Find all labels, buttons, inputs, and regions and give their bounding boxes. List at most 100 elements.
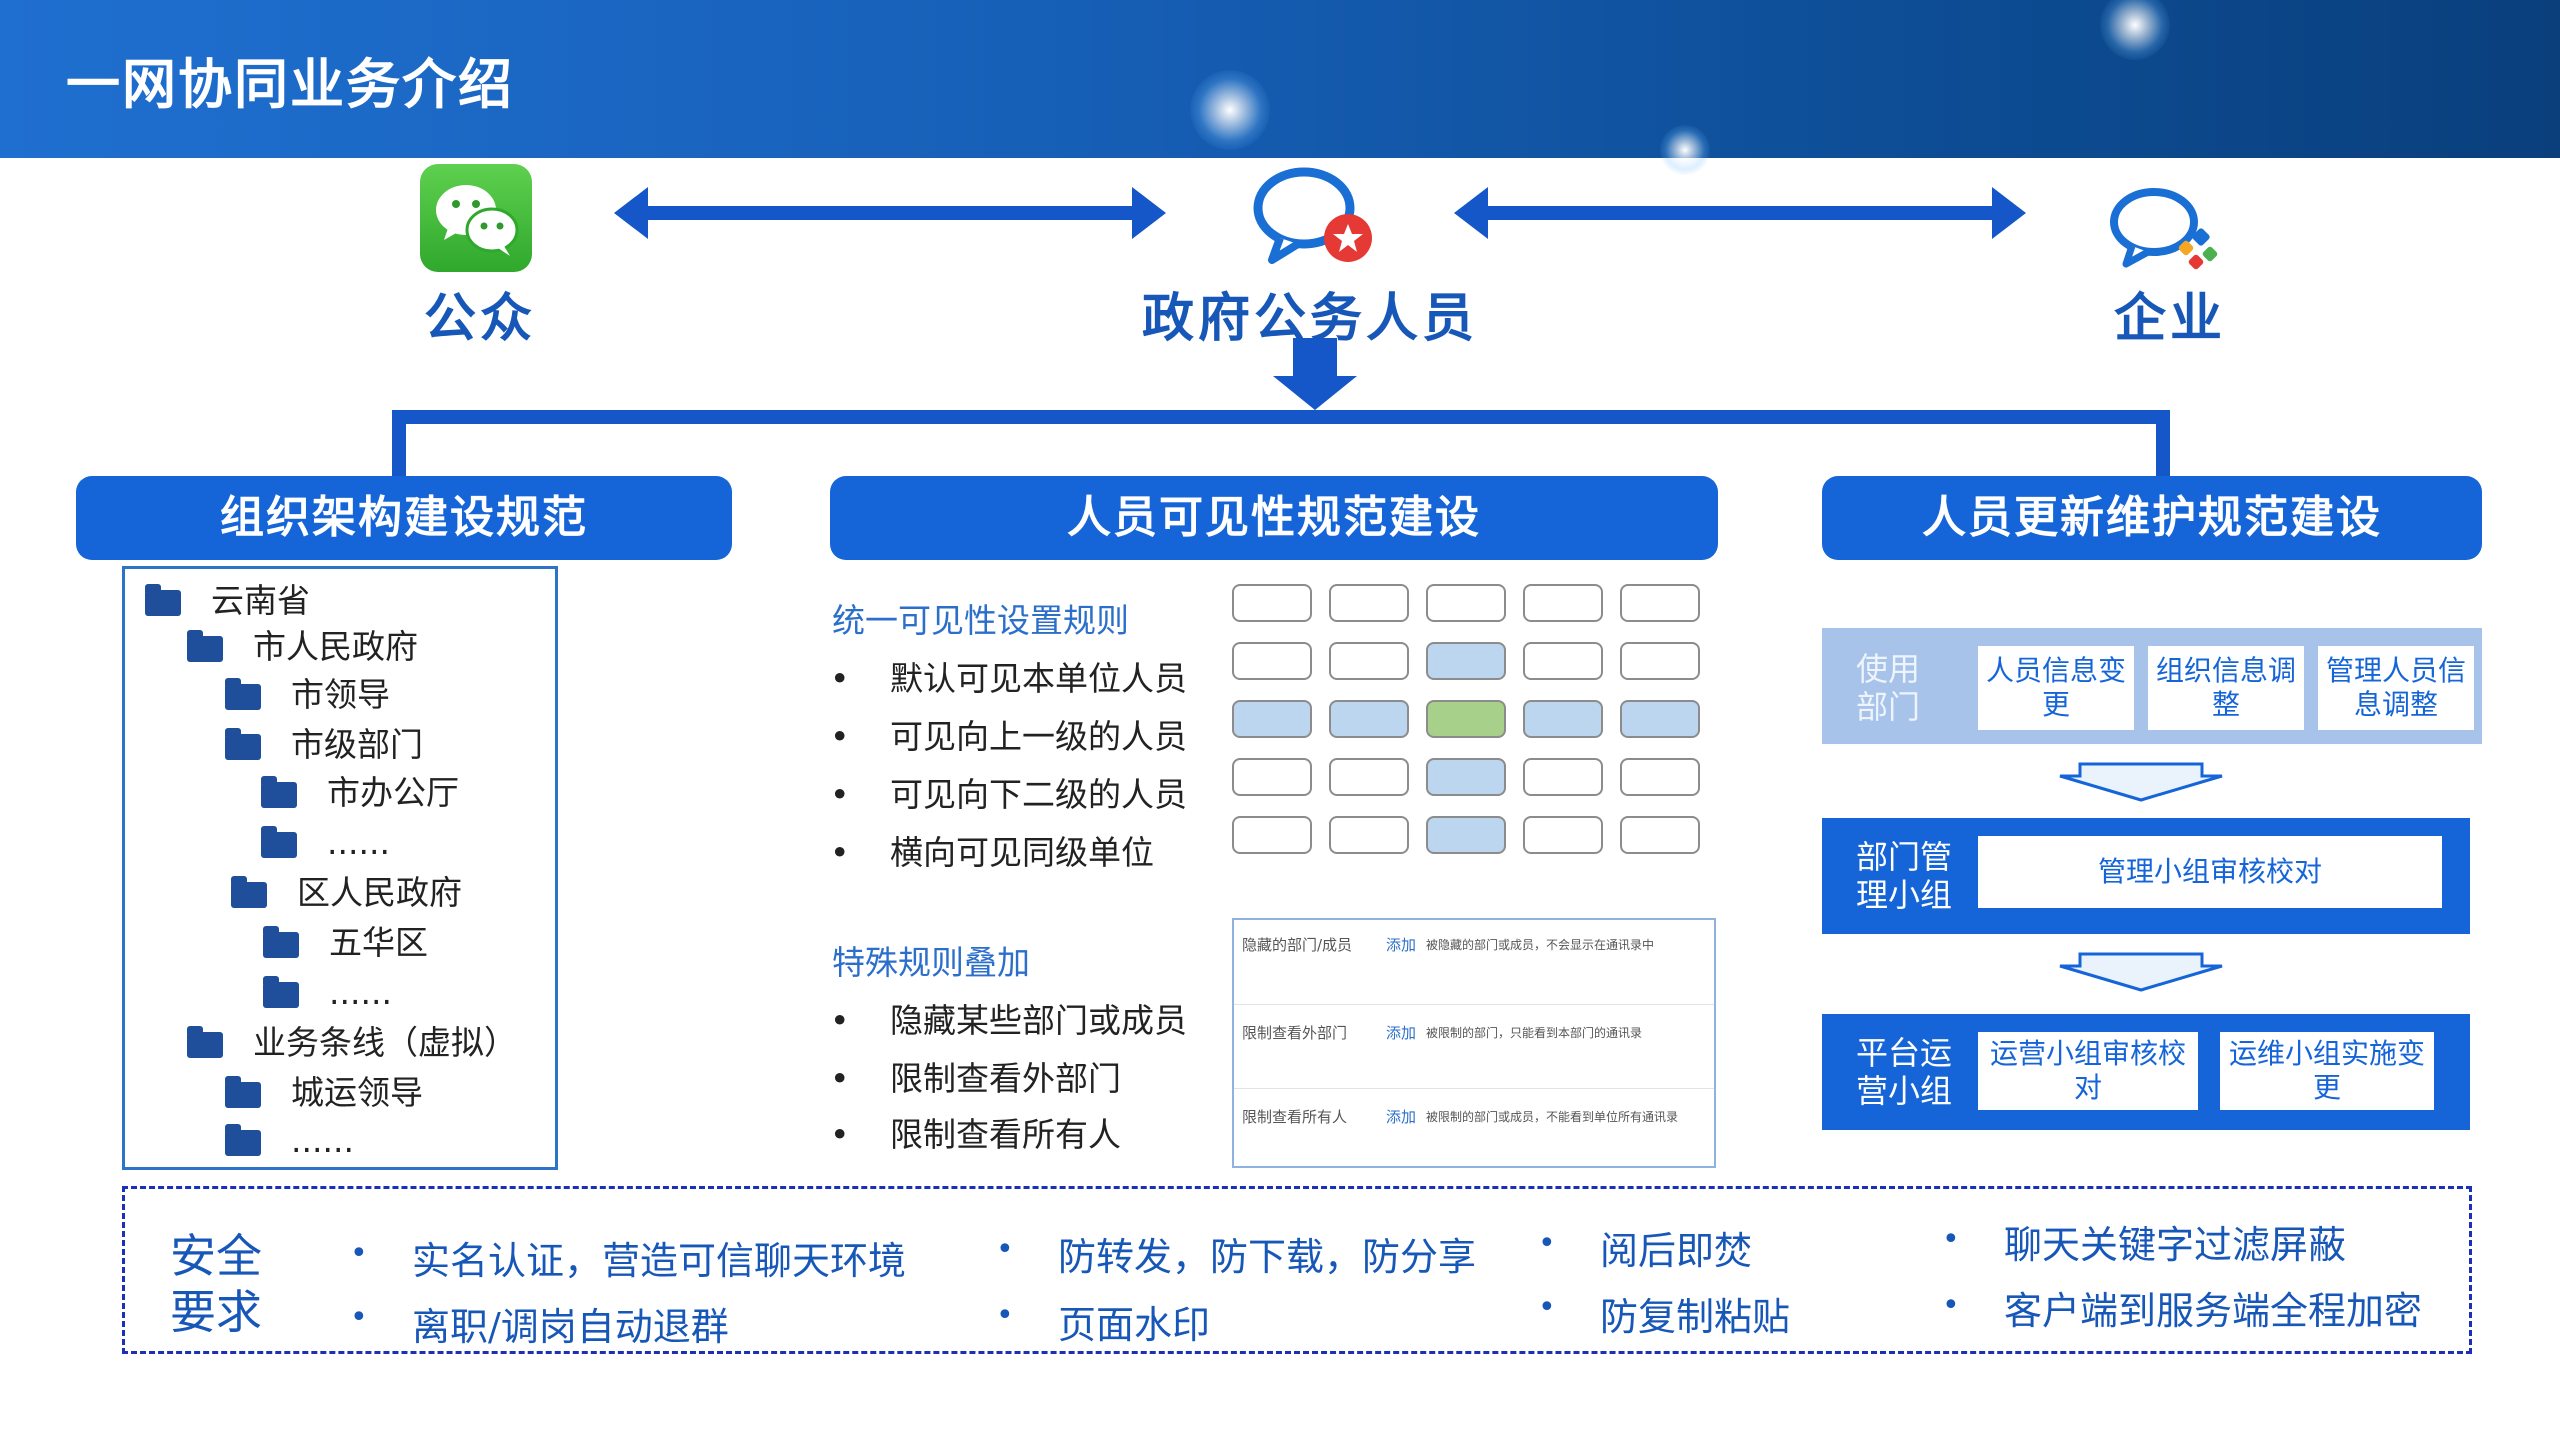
unified-rule-item: • 横向可见同级单位 bbox=[830, 833, 1154, 872]
down-arrow-head-icon bbox=[1273, 376, 1357, 410]
use-dept-label: 使用部门 bbox=[1856, 650, 1921, 726]
special-rule-item: • 限制查看所有人 bbox=[830, 1115, 1121, 1154]
add-link[interactable]: 添加 bbox=[1386, 1022, 1416, 1043]
folder-icon bbox=[261, 825, 297, 858]
setting-name: 限制查看外部门 bbox=[1242, 1024, 1348, 1042]
use-dept-box: 组织信息调整 bbox=[2148, 646, 2304, 730]
tree-node-label: ...... bbox=[329, 973, 392, 1012]
setting-description: 被限制的部门，只能看到本部门的通讯录 bbox=[1426, 1026, 1643, 1040]
visibility-grid-cell bbox=[1329, 642, 1409, 680]
glow-decoration bbox=[2100, 0, 2170, 60]
tree-node[interactable]: 市领导 bbox=[225, 675, 390, 715]
folder-icon bbox=[225, 727, 261, 760]
bullet-dot: • bbox=[350, 1236, 368, 1271]
special-rules-settings-panel: 隐藏的部门/成员 添加 被隐藏的部门或成员，不会显示在通讯录中 限制查看外部门 … bbox=[1232, 918, 1716, 1168]
tree-node[interactable]: ...... bbox=[225, 1121, 354, 1161]
special-rule-item: • 限制查看外部门 bbox=[830, 1059, 1121, 1098]
visibility-grid-cell bbox=[1426, 700, 1506, 738]
mgmt-review-box: 管理小组审核校对 bbox=[1978, 836, 2442, 908]
ops-group-label: 平台运营小组 bbox=[1856, 1034, 1953, 1110]
tree-node[interactable]: ...... bbox=[263, 973, 392, 1013]
tree-node[interactable]: 五华区 bbox=[263, 923, 428, 963]
ops-box: 运营小组审核校对 bbox=[1978, 1032, 2198, 1110]
tree-node-label: 市领导 bbox=[291, 675, 390, 714]
connector-line bbox=[392, 410, 2170, 424]
visibility-grid-cell bbox=[1523, 700, 1603, 738]
folder-icon bbox=[225, 1123, 261, 1156]
setting-name: 限制查看所有人 bbox=[1242, 1108, 1348, 1126]
visibility-grid-cell bbox=[1426, 642, 1506, 680]
visibility-grid-cell bbox=[1329, 758, 1409, 796]
section-header-visibility: 人员可见性规范建设 bbox=[830, 476, 1718, 560]
special-setting-row: 限制查看外部门 添加 被限制的部门，只能看到本部门的通讯录 bbox=[1234, 1004, 1714, 1089]
visibility-grid-cell bbox=[1426, 584, 1506, 622]
tree-node[interactable]: 市办公厅 bbox=[261, 773, 459, 813]
unified-rule-text: 横向可见同级单位 bbox=[890, 833, 1154, 872]
org-tree: 云南省 市人民政府 市领导 市级部门 市办公厅 ...... 区人民政府 五华区… bbox=[122, 566, 558, 1170]
special-rule-item: • 隐藏某些部门或成员 bbox=[830, 1001, 1187, 1040]
unified-rule-item: • 可见向上一级的人员 bbox=[830, 717, 1187, 756]
double-arrow-icon bbox=[614, 187, 1166, 239]
tree-node[interactable]: ...... bbox=[261, 823, 390, 863]
visibility-grid-cell bbox=[1232, 642, 1312, 680]
security-item: 聊天关键字过滤屏蔽 bbox=[2004, 1223, 2347, 1267]
tree-node-label: ...... bbox=[327, 823, 390, 862]
unified-rule-text: 可见向下二级的人员 bbox=[890, 775, 1187, 814]
security-label: 安全要求 bbox=[170, 1229, 262, 1339]
setting-description: 被隐藏的部门或成员，不会显示在通讯录中 bbox=[1426, 938, 1655, 952]
wechat-icon bbox=[420, 164, 532, 272]
security-item: 页面水印 bbox=[1058, 1303, 1211, 1347]
special-rule-text: 限制查看外部门 bbox=[890, 1059, 1121, 1098]
folder-icon bbox=[225, 677, 261, 710]
tree-node-label: ...... bbox=[291, 1121, 354, 1160]
unified-rules-title: 统一可见性设置规则 bbox=[832, 601, 1129, 640]
tree-node[interactable]: 市人民政府 bbox=[187, 627, 418, 667]
mgmt-group-label: 部门管理小组 bbox=[1856, 838, 1953, 914]
down-arrow-icon bbox=[1293, 338, 1337, 378]
enterprise-chat-icon bbox=[2108, 184, 2228, 274]
visibility-grid-cell bbox=[1620, 584, 1700, 622]
bullet-dot: • bbox=[996, 1298, 1014, 1333]
unified-rule-text: 默认可见本单位人员 bbox=[890, 659, 1187, 698]
tree-node-label: 城运领导 bbox=[291, 1073, 423, 1112]
folder-icon bbox=[263, 975, 299, 1008]
tree-node[interactable]: 业务条线（虚拟） bbox=[187, 1023, 517, 1063]
add-link[interactable]: 添加 bbox=[1386, 934, 1416, 955]
tree-node-label: 市办公厅 bbox=[327, 773, 459, 812]
visibility-grid bbox=[1232, 584, 1702, 864]
security-item: 阅后即焚 bbox=[1600, 1229, 1753, 1273]
security-item: 客户端到服务端全程加密 bbox=[2004, 1289, 2423, 1333]
tree-node[interactable]: 城运领导 bbox=[225, 1073, 423, 1113]
connector-line bbox=[2156, 410, 2170, 480]
tree-node[interactable]: 云南省 bbox=[145, 581, 310, 621]
visibility-grid-cell bbox=[1232, 700, 1312, 738]
visibility-grid-cell bbox=[1329, 700, 1409, 738]
bullet-dot: • bbox=[996, 1232, 1014, 1267]
section-header-maintain: 人员更新维护规范建设 bbox=[1822, 476, 2482, 560]
folder-icon bbox=[187, 1025, 223, 1058]
flow-down-arrow-icon bbox=[2059, 762, 2223, 802]
actor-enterprise-label: 企业 bbox=[2113, 289, 2226, 349]
gov-chat-icon bbox=[1250, 164, 1380, 268]
security-item: 防复制粘贴 bbox=[1600, 1295, 1791, 1339]
visibility-grid-cell bbox=[1426, 758, 1506, 796]
setting-description: 被限制的部门或成员，不能看到单位所有通讯录 bbox=[1426, 1110, 1679, 1124]
special-rule-text: 隐藏某些部门或成员 bbox=[890, 1001, 1187, 1040]
setting-name: 隐藏的部门/成员 bbox=[1242, 936, 1353, 954]
actor-public-label: 公众 bbox=[423, 289, 536, 349]
bullet-dot: • bbox=[350, 1300, 368, 1335]
add-link[interactable]: 添加 bbox=[1386, 1106, 1416, 1127]
tree-node[interactable]: 区人民政府 bbox=[231, 873, 462, 913]
security-item: 离职/调岗自动退群 bbox=[412, 1305, 729, 1349]
use-dept-box: 人员信息变更 bbox=[1978, 646, 2134, 730]
unified-rule-text: 可见向上一级的人员 bbox=[890, 717, 1187, 756]
security-item: 实名认证，营造可信聊天环境 bbox=[412, 1239, 907, 1283]
connector-line bbox=[392, 410, 406, 480]
special-setting-row: 限制查看所有人 添加 被限制的部门或成员，不能看到单位所有通讯录 bbox=[1234, 1088, 1714, 1172]
use-dept-box: 管理人员信息调整 bbox=[2318, 646, 2474, 730]
glow-decoration bbox=[1190, 70, 1270, 150]
tree-node[interactable]: 市级部门 bbox=[225, 725, 423, 765]
flow-down-arrow-icon bbox=[2059, 952, 2223, 992]
folder-icon bbox=[187, 629, 223, 662]
security-item: 防转发，防下载，防分享 bbox=[1058, 1235, 1477, 1279]
